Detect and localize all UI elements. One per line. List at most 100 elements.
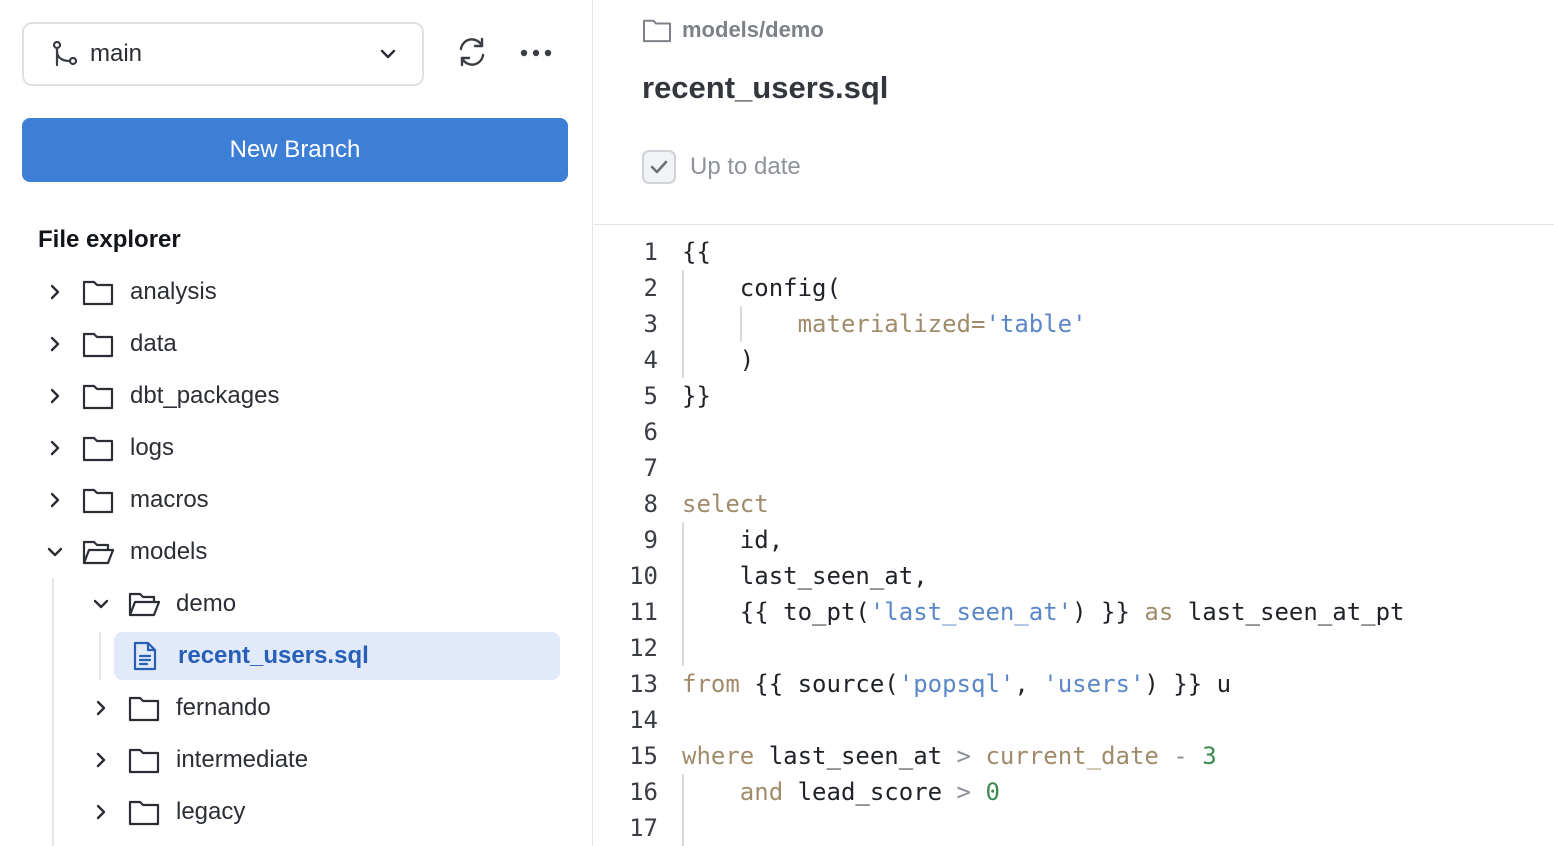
chevron-right-icon [90,749,112,771]
tree-file-label: recent_users.sql [178,642,369,669]
code-token: > [956,778,971,806]
code-token: {{ to_pt( [682,598,870,626]
line-number: 17 [629,814,658,842]
chevron-right-icon [44,385,66,407]
code-token: > [956,742,971,770]
code-token: {{ [682,238,711,266]
code-line: 9 id, [594,522,1554,558]
folder-open-icon [128,589,162,619]
chevron-down-icon [378,44,398,64]
code-token: 'popsql' [898,670,1015,698]
code-token: last_seen_at_pt [1173,598,1405,626]
code-content: from {{ source('popsql', 'users') }} u [682,666,1231,702]
refresh-button[interactable] [450,32,494,76]
line-number: 11 [629,598,658,626]
tree-folder-macros[interactable]: macros [44,476,209,524]
new-branch-button[interactable]: New Branch [22,118,568,182]
code-token: where [682,742,755,770]
tree-folder-data[interactable]: data [44,320,177,368]
chevron-right-icon [90,697,112,719]
code-token: id, [682,526,784,554]
tree-folder-dbt-packages[interactable]: dbt_packages [44,372,279,420]
code-token: 3 [1202,742,1217,770]
code-token: last_seen_at, [682,562,928,590]
code-token: {{ source( [739,670,899,698]
code-line: 16 and lead_score > 0 [594,774,1554,810]
line-number: 3 [643,310,658,338]
code-content: and lead_score > 0 [682,774,1000,810]
chevron-right-icon [90,801,112,823]
line-number: 13 [629,670,658,698]
tree-folder-logs[interactable]: logs [44,424,174,472]
code-content: }} [682,378,711,414]
more-options-button[interactable] [514,32,558,76]
tree-label: legacy [176,798,246,825]
code-content: config( [682,270,841,306]
code-line: 8 select [594,486,1554,522]
folder-icon [82,329,116,359]
file-title: recent_users.sql [642,70,889,105]
git-branch-icon [50,39,80,69]
editor-panel: models/demo recent_users.sql Up to date … [594,0,1554,846]
folder-icon [128,797,162,827]
code-token: last_seen_at [754,742,957,770]
line-number: 4 [643,346,658,374]
code-content: id, [682,522,783,558]
line-number: 8 [643,490,658,518]
tree-folder-demo[interactable]: demo [90,580,236,628]
line-number: 15 [629,742,658,770]
tree-label: intermediate [176,746,309,773]
code-content: where last_seen_at > current_date - 3 [682,738,1217,774]
code-line: 3 materialized='table' [594,306,1554,342]
code-line: 5}} [594,378,1554,414]
code-line: 14 [594,702,1554,738]
code-token: materialized= [682,310,986,338]
tree-folder-analysis[interactable]: analysis [44,268,217,316]
line-number: 6 [643,418,658,446]
status-text: Up to date [690,153,801,180]
file-text-icon [132,640,162,672]
breadcrumb[interactable]: models/demo [642,16,824,44]
code-line: 17 [594,810,1554,846]
line-number: 1 [643,238,658,266]
code-token: , [1014,670,1044,698]
code-token: ) }} u [1144,670,1232,698]
tree-label: fernando [176,694,271,721]
tree-folder-intermediate[interactable]: intermediate [90,736,308,784]
folder-icon [82,433,116,463]
tree-label: dbt_packages [130,382,280,409]
tree-file-recent-users[interactable]: recent_users.sql [114,632,560,680]
tree-indent-guide [52,578,54,846]
line-number: 5 [643,382,658,410]
branch-name: main [90,40,143,67]
code-token: config( [682,274,841,302]
tree-folder-models[interactable]: models [44,528,207,576]
tree-label: logs [130,434,175,461]
code-token: 'last_seen_at' [869,598,1073,626]
sidebar: main New Branch File explorer analysis d… [0,0,593,846]
code-content: {{ [682,234,711,270]
chevron-down-icon [90,593,112,615]
code-line: 15 where last_seen_at > current_date - 3 [594,738,1554,774]
tree-label: data [130,330,177,357]
tree-label: demo [176,590,237,617]
code-content: materialized='table' [682,306,1087,342]
code-token: 0 [985,778,1000,806]
code-token: from [682,670,740,698]
code-token: as [1144,598,1174,626]
code-token: current_date [985,742,1159,770]
line-number: 10 [629,562,658,590]
tree-folder-fernando[interactable]: fernando [90,684,271,732]
code-token: 'users' [1043,670,1145,698]
chevron-right-icon [44,333,66,355]
code-line: 6 [594,414,1554,450]
code-line: 7 [594,450,1554,486]
tree-folder-legacy[interactable]: legacy [90,788,245,836]
branch-selector[interactable]: main [22,22,424,86]
code-token: ) [682,346,755,374]
code-editor[interactable]: 1{{2 config(3 materialized='table' 4 ) 5}}… [594,234,1554,846]
code-content: select [682,486,769,522]
